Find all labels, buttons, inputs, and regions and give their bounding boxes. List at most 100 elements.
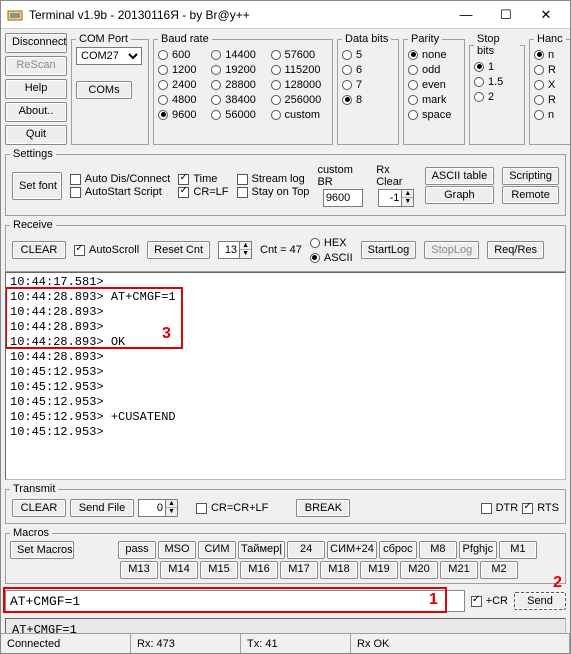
break-button[interactable]: BREAK: [296, 499, 350, 517]
handshake-3[interactable]: R: [534, 92, 568, 107]
macro-СИМ+24[interactable]: СИМ+24: [327, 541, 377, 559]
macro-M8[interactable]: M8: [419, 541, 457, 559]
stopbits-1.5[interactable]: 1.5: [474, 74, 520, 89]
about-button[interactable]: About..: [5, 102, 67, 122]
macro-M15[interactable]: M15: [200, 561, 238, 579]
macro-M21[interactable]: M21: [440, 561, 478, 579]
send-button[interactable]: Send: [514, 592, 566, 610]
baud-14400[interactable]: 14400: [211, 47, 262, 62]
macro-Таймер|[interactable]: Таймер|: [238, 541, 285, 559]
comport-select[interactable]: COM27: [76, 47, 142, 65]
baud-38400[interactable]: 38400: [211, 92, 262, 107]
transmit-output[interactable]: AT+CMGF=1: [5, 618, 566, 633]
macro-M17[interactable]: M17: [280, 561, 318, 579]
baud-custom[interactable]: custom: [271, 107, 328, 122]
close-button[interactable]: ✕: [526, 2, 566, 28]
transmit-clear-button[interactable]: CLEAR: [12, 499, 66, 517]
maximize-button[interactable]: ☐: [486, 2, 526, 28]
baud-4800[interactable]: 4800: [158, 92, 203, 107]
crcrlf-check[interactable]: CR=CR+LF: [196, 502, 268, 514]
rxclear-spin[interactable]: ▲▼: [378, 189, 414, 207]
macro-M13[interactable]: M13: [120, 561, 158, 579]
rts-check[interactable]: RTS: [522, 502, 559, 514]
macro-СИМ[interactable]: СИМ: [198, 541, 236, 559]
scripting-button[interactable]: Scripting: [502, 167, 559, 185]
minimize-button[interactable]: —: [446, 2, 486, 28]
parity-none[interactable]: none: [408, 47, 460, 62]
resetcnt-spin[interactable]: ▲▼: [218, 241, 252, 259]
macro-pass[interactable]: pass: [118, 541, 156, 559]
macro-M16[interactable]: M16: [240, 561, 278, 579]
rescan-button[interactable]: ReScan: [5, 56, 67, 76]
stayontop-check[interactable]: Stay on Top: [237, 186, 310, 198]
graph-button[interactable]: Graph: [425, 186, 495, 204]
baud-115200[interactable]: 115200: [271, 62, 328, 77]
macro-M20[interactable]: M20: [400, 561, 438, 579]
databits-8[interactable]: 8: [342, 92, 394, 107]
dtr-check[interactable]: DTR: [481, 502, 519, 514]
asciitable-button[interactable]: ASCII table: [425, 167, 495, 185]
parity-mark[interactable]: mark: [408, 92, 460, 107]
macro-M18[interactable]: M18: [320, 561, 358, 579]
baud-56000[interactable]: 56000: [211, 107, 262, 122]
macro-MSO[interactable]: MSO: [158, 541, 196, 559]
custombr-input[interactable]: [323, 189, 363, 207]
autostart-check[interactable]: AutoStart Script: [70, 186, 171, 198]
auto-disconnect-check[interactable]: Auto Dis/Connect: [70, 173, 171, 185]
handshake-0[interactable]: n: [534, 47, 568, 62]
reqres-button[interactable]: Req/Res: [487, 241, 544, 259]
handshake-2[interactable]: X: [534, 77, 568, 92]
parity-space[interactable]: space: [408, 107, 460, 122]
send-input[interactable]: [5, 590, 465, 612]
stopbits-2[interactable]: 2: [474, 89, 520, 104]
streamlog-check[interactable]: Stream log: [237, 173, 310, 185]
baud-2400[interactable]: 2400: [158, 77, 203, 92]
stoplog-button[interactable]: StopLog: [424, 241, 479, 259]
parity-odd[interactable]: odd: [408, 62, 460, 77]
receive-clear-button[interactable]: CLEAR: [12, 241, 66, 259]
disconnect-button[interactable]: Disconnect: [5, 33, 67, 53]
baud-128000[interactable]: 128000: [271, 77, 328, 92]
macro-M19[interactable]: M19: [360, 561, 398, 579]
baud-57600[interactable]: 57600: [271, 47, 328, 62]
databits-7[interactable]: 7: [342, 77, 394, 92]
databits-6[interactable]: 6: [342, 62, 394, 77]
setmacros-button[interactable]: Set Macros: [10, 541, 74, 559]
handshake-1[interactable]: R: [534, 62, 568, 77]
status-rxok: Rx OK: [351, 634, 570, 653]
app-icon: [7, 7, 23, 23]
quit-button[interactable]: Quit: [5, 125, 67, 145]
macro-24[interactable]: 24: [287, 541, 325, 559]
macro-M2[interactable]: M2: [480, 561, 518, 579]
help-button[interactable]: Help: [5, 79, 67, 99]
time-check[interactable]: Time: [178, 173, 228, 185]
cr-check[interactable]: +CR: [471, 595, 508, 607]
handshake-4[interactable]: n: [534, 107, 568, 122]
hex-radio[interactable]: HEX: [310, 235, 353, 250]
startlog-button[interactable]: StartLog: [361, 241, 417, 259]
baud-9600[interactable]: 9600: [158, 107, 203, 122]
resetcnt-button[interactable]: Reset Cnt: [147, 241, 210, 259]
setfont-button[interactable]: Set font: [12, 172, 62, 200]
stopbits-1[interactable]: 1: [474, 59, 520, 74]
macro-M1[interactable]: M1: [499, 541, 537, 559]
baud-28800[interactable]: 28800: [211, 77, 262, 92]
baud-19200[interactable]: 19200: [211, 62, 262, 77]
log-line: 10:44:17.581>: [10, 275, 561, 290]
macro-сброс[interactable]: сброс: [379, 541, 417, 559]
databits-5[interactable]: 5: [342, 47, 394, 62]
autoscroll-check[interactable]: AutoScroll: [74, 244, 139, 256]
receive-log[interactable]: 3 10:44:17.581>10:44:28.893> AT+CMGF=110…: [5, 272, 566, 480]
crlf-check[interactable]: CR=LF: [178, 186, 228, 198]
baud-256000[interactable]: 256000: [271, 92, 328, 107]
sendfile-spin[interactable]: ▲▼: [138, 499, 178, 517]
sendfile-button[interactable]: Send File: [70, 499, 134, 517]
ascii-radio[interactable]: ASCII: [310, 250, 353, 265]
coms-button[interactable]: COMs: [76, 81, 132, 99]
baud-600[interactable]: 600: [158, 47, 203, 62]
remote-button[interactable]: Remote: [502, 186, 559, 204]
macro-M14[interactable]: M14: [160, 561, 198, 579]
parity-even[interactable]: even: [408, 77, 460, 92]
baud-1200[interactable]: 1200: [158, 62, 203, 77]
macro-Pfghjc[interactable]: Pfghjc: [459, 541, 497, 559]
